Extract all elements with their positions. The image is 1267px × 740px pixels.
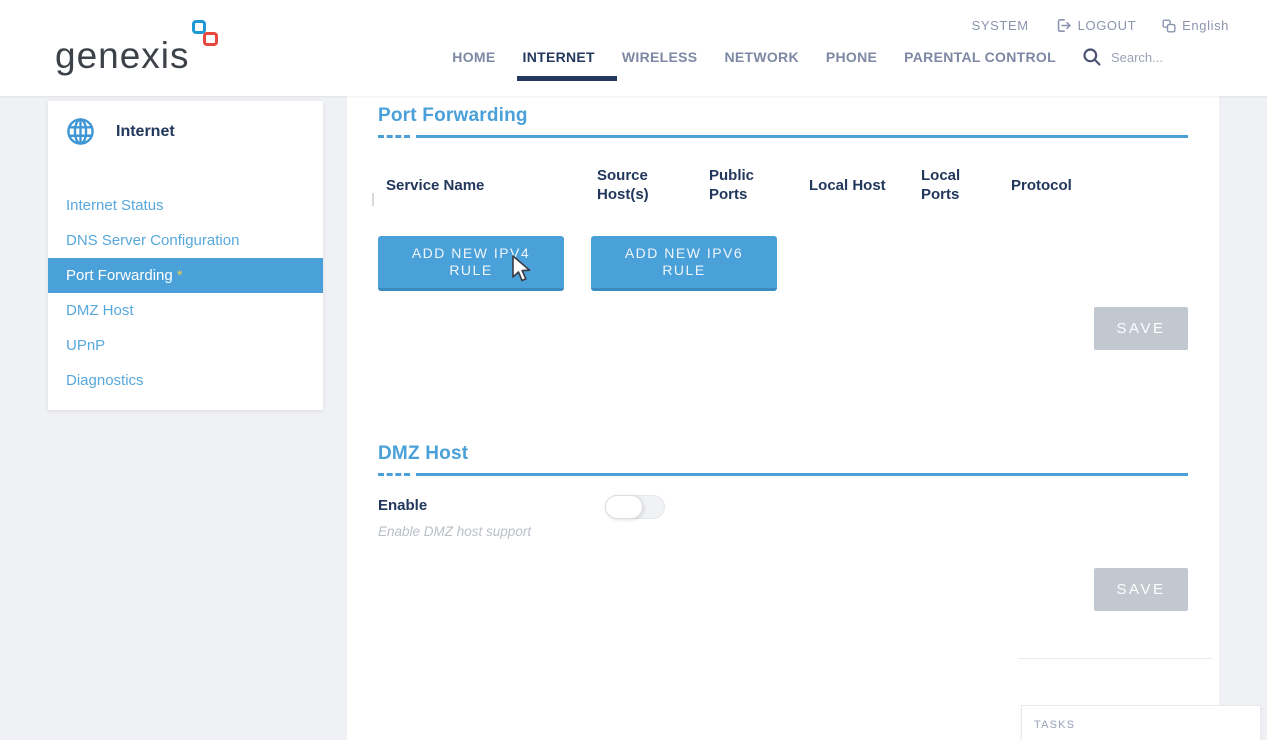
- dmz-enable-row: Enable Enable DMZ host support: [378, 497, 1188, 539]
- sidebar-item-internet-status[interactable]: Internet Status: [48, 188, 323, 223]
- language-icon: [1162, 19, 1176, 33]
- port-forwarding-table-header: Service Name Source Host(s) Public Ports…: [378, 165, 1188, 205]
- column-source-hosts: Source Host(s): [597, 166, 709, 204]
- sidebar-title: Internet: [116, 123, 175, 141]
- dmz-save-button[interactable]: SAVE: [1094, 568, 1188, 611]
- header-right: SYSTEM LOGOUT: [451, 0, 1267, 96]
- nav-item-network[interactable]: NETWORK: [723, 47, 799, 67]
- dmz-host-title: DMZ Host: [378, 441, 1188, 467]
- column-service-name: Service Name: [378, 176, 597, 195]
- globe-icon: [66, 117, 95, 146]
- dmz-enable-labels: Enable Enable DMZ host support: [378, 497, 605, 539]
- search-placeholder-text: Search...: [1111, 50, 1163, 65]
- search-control[interactable]: Search...: [1082, 47, 1163, 67]
- nav-item-wireless[interactable]: WIRELESS: [621, 47, 699, 67]
- section-underline: [378, 473, 1188, 476]
- sidebar-item-dns-server-configuration[interactable]: DNS Server Configuration: [48, 223, 323, 258]
- logout-icon: [1055, 17, 1072, 34]
- dmz-host-section: DMZ Host Enable Enable DMZ host support …: [378, 441, 1188, 611]
- port-forwarding-save-button[interactable]: SAVE: [1094, 307, 1188, 350]
- port-forwarding-section: Port Forwarding Service Name Source Host…: [378, 103, 1188, 350]
- router-admin-screen: genexis SYSTEM: [0, 0, 1267, 740]
- column-public-ports: Public Ports: [709, 166, 809, 204]
- add-new-ipv6-rule-button[interactable]: ADD NEW IPV6 RULE: [591, 236, 777, 291]
- dmz-save-row: SAVE: [378, 568, 1188, 611]
- dmz-enable-toggle[interactable]: [605, 495, 665, 519]
- nav-item-parental-control[interactable]: PARENTAL CONTROL: [903, 47, 1057, 67]
- main-nav: HOME INTERNET WIRELESS NETWORK PHONE PAR…: [451, 47, 1163, 67]
- genexis-logo[interactable]: genexis: [55, 28, 226, 76]
- dmz-enable-label: Enable: [378, 497, 605, 514]
- table-left-tick: [372, 193, 374, 206]
- logout-link[interactable]: LOGOUT: [1055, 17, 1137, 34]
- sidebar: Internet Internet Status DNS Server Conf…: [48, 101, 323, 410]
- nav-item-phone[interactable]: PHONE: [825, 47, 878, 67]
- sidebar-item-diagnostics[interactable]: Diagnostics: [48, 363, 323, 398]
- logout-label: LOGOUT: [1078, 18, 1137, 33]
- column-local-host: Local Host: [809, 176, 921, 195]
- sidebar-item-port-forwarding[interactable]: Port Forwarding *: [48, 258, 323, 293]
- nav-item-internet[interactable]: INTERNET: [522, 47, 596, 67]
- logo-squares-icon: [192, 20, 226, 54]
- dmz-enable-description: Enable DMZ host support: [378, 524, 605, 539]
- system-link[interactable]: SYSTEM: [972, 18, 1029, 33]
- logo-wordmark: genexis: [55, 36, 190, 76]
- nav-item-home[interactable]: HOME: [451, 47, 496, 67]
- column-protocol: Protocol: [1011, 176, 1111, 195]
- tasks-divider-line: [1018, 658, 1213, 659]
- system-label: SYSTEM: [972, 18, 1029, 33]
- tasks-label: TASKS: [1022, 706, 1260, 731]
- main-content: Port Forwarding Service Name Source Host…: [347, 96, 1219, 740]
- add-new-ipv4-rule-button[interactable]: ADD NEW IPV4 RULE: [378, 236, 564, 291]
- unsaved-changes-asterisk: *: [177, 267, 183, 284]
- port-forwarding-save-row: SAVE: [378, 307, 1188, 350]
- port-forwarding-title: Port Forwarding: [378, 103, 1188, 129]
- section-underline: [378, 135, 1188, 138]
- sidebar-header: Internet: [48, 101, 323, 146]
- sidebar-item-upnp[interactable]: UPnP: [48, 328, 323, 363]
- language-selector[interactable]: English: [1162, 18, 1229, 33]
- app-header: genexis SYSTEM: [0, 0, 1267, 96]
- sidebar-menu: Internet Status DNS Server Configuration…: [48, 188, 323, 398]
- utility-bar: SYSTEM LOGOUT: [972, 17, 1229, 34]
- column-local-ports: Local Ports: [921, 166, 1011, 204]
- language-label: English: [1182, 18, 1229, 33]
- search-icon: [1082, 47, 1102, 67]
- add-rule-buttons: ADD NEW IPV4 RULE ADD NEW IPV6 RULE: [378, 236, 1188, 291]
- toggle-knob: [605, 495, 643, 519]
- sidebar-item-dmz-host[interactable]: DMZ Host: [48, 293, 323, 328]
- tasks-bar[interactable]: TASKS: [1021, 705, 1261, 740]
